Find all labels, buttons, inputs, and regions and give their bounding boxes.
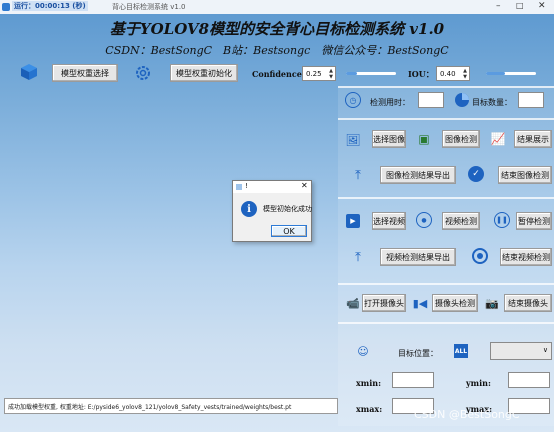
upload-icon: ⤒	[355, 167, 361, 183]
xmin-label: xmin:	[356, 378, 382, 388]
target-count-field	[518, 92, 544, 108]
export-image-results-button[interactable]: 图像检测结果导出	[380, 166, 456, 184]
image-icon: 🖼	[345, 133, 361, 147]
line-chart-icon: 📈	[490, 132, 506, 146]
close-icon[interactable]: ✕	[538, 1, 546, 11]
dialog-title-bar: ! ✕	[233, 181, 311, 193]
confidence-spinbox[interactable]: 0.25 ▲ ▼	[302, 66, 336, 81]
select-image-button[interactable]: 选择图像	[372, 130, 406, 148]
iou-spinbox[interactable]: 0.40 ▲ ▼	[436, 66, 470, 81]
stop-dot-icon	[477, 253, 483, 259]
video-file-icon: ▶	[346, 214, 360, 228]
show-results-button[interactable]: 结果展示	[514, 130, 552, 148]
select-video-button[interactable]: 选择视频	[372, 212, 406, 230]
dialog-title: !	[245, 182, 248, 190]
all-badge: ALL	[454, 344, 468, 358]
cube-icon	[20, 63, 38, 81]
model-init-button[interactable]: 模型权重初始化	[170, 64, 238, 82]
iou-value: 0.40	[440, 69, 456, 78]
maximize-icon[interactable]: □	[516, 1, 524, 10]
camera-detect-icon: ▮◀	[412, 296, 428, 310]
dialog-ok-button[interactable]: OK	[271, 225, 307, 237]
watermark: CSDN @BestSongC	[414, 408, 520, 421]
target-count-label: 目标数量：	[472, 98, 512, 107]
target-select-dropdown[interactable]: ∨	[490, 342, 552, 360]
iou-slider[interactable]	[486, 72, 536, 75]
divider	[338, 322, 554, 324]
export-video-results-button[interactable]: 视频检测结果导出	[380, 248, 456, 266]
dialog-message: 模型初始化成功	[263, 205, 312, 213]
page-subtitle: CSDN：BestSongC B站：Bestsongc 微信公众号：BestSo…	[105, 44, 449, 57]
spin-arrows-icon[interactable]: ▲ ▼	[328, 68, 334, 80]
app-icon	[2, 3, 10, 11]
page-title: 基于YOLOV8模型的安全背心目标检测系统 v1.0	[109, 20, 445, 38]
run-timer: 运行：00:00:13 (秒)	[12, 1, 88, 11]
info-icon: i	[241, 201, 257, 217]
camera-off-icon: 📷	[485, 296, 499, 310]
webcam-icon: ●	[416, 212, 432, 228]
open-camera-button[interactable]: 打开摄像头	[362, 294, 406, 312]
image-detect-button[interactable]: 图像检测	[442, 130, 480, 148]
pause-detect-button[interactable]: 暂停检测	[516, 212, 552, 230]
xmin-field	[392, 372, 434, 388]
check-circle-icon: ✓	[468, 166, 484, 182]
target-position-label: 目标位置：	[398, 349, 438, 358]
dialog-close-icon[interactable]: ✕	[301, 181, 308, 190]
status-text: 成功加载模型权重, 权重地址: E:/pyside6_yolov8_121/yo…	[8, 404, 292, 411]
settings-icon	[134, 64, 152, 82]
minimize-icon[interactable]: –	[496, 1, 501, 11]
end-camera-button[interactable]: 结束摄像头	[504, 294, 552, 312]
pause-icon: ❚❚	[494, 212, 510, 228]
divider	[338, 197, 554, 199]
confidence-label: Confidence:	[252, 69, 305, 79]
detect-time-field	[418, 92, 444, 108]
window-title: 背心目标检测系统 v1.0	[112, 3, 186, 11]
detect-time-label: 检测用时：	[370, 98, 410, 107]
spin-arrows-icon[interactable]: ▲ ▼	[462, 68, 468, 80]
stop-icon	[472, 248, 488, 264]
upload-icon: ⤒	[355, 249, 361, 265]
divider	[338, 86, 554, 88]
confidence-slider-fill	[346, 72, 357, 75]
confidence-value: 0.25	[306, 69, 322, 78]
ymin-field	[508, 372, 550, 388]
user-icon: ☺	[357, 344, 369, 358]
status-bar: 成功加载模型权重, 权重地址: E:/pyside6_yolov8_121/yo…	[4, 398, 338, 414]
model-select-button[interactable]: 模型权重选择	[52, 64, 118, 82]
clock-icon: ◷	[345, 92, 361, 108]
title-bar: 运行：00:00:13 (秒) 背心目标检测系统 v1.0 – □ ✕	[0, 0, 554, 14]
dialog-app-icon	[236, 184, 242, 190]
chevron-down-icon: ∨	[542, 346, 548, 354]
image-detect-icon: ▣	[418, 132, 430, 146]
camera-icon: 📹	[346, 296, 360, 310]
video-detect-button[interactable]: 视频检测	[442, 212, 480, 230]
pie-chart-icon	[454, 92, 470, 108]
iou-slider-fill	[486, 72, 505, 75]
iou-label: IOU：	[408, 69, 434, 79]
end-video-detect-button[interactable]: 结束视频检测	[500, 248, 552, 266]
message-dialog: ! ✕ i 模型初始化成功 OK	[232, 180, 312, 242]
divider	[338, 118, 554, 120]
ymin-label: ymin:	[466, 378, 491, 388]
xmax-label: xmax:	[356, 404, 383, 414]
camera-detect-button[interactable]: 摄像头检测	[432, 294, 478, 312]
confidence-slider[interactable]	[346, 72, 396, 75]
end-image-detect-button[interactable]: 结束图像检测	[498, 166, 552, 184]
divider	[338, 283, 554, 285]
